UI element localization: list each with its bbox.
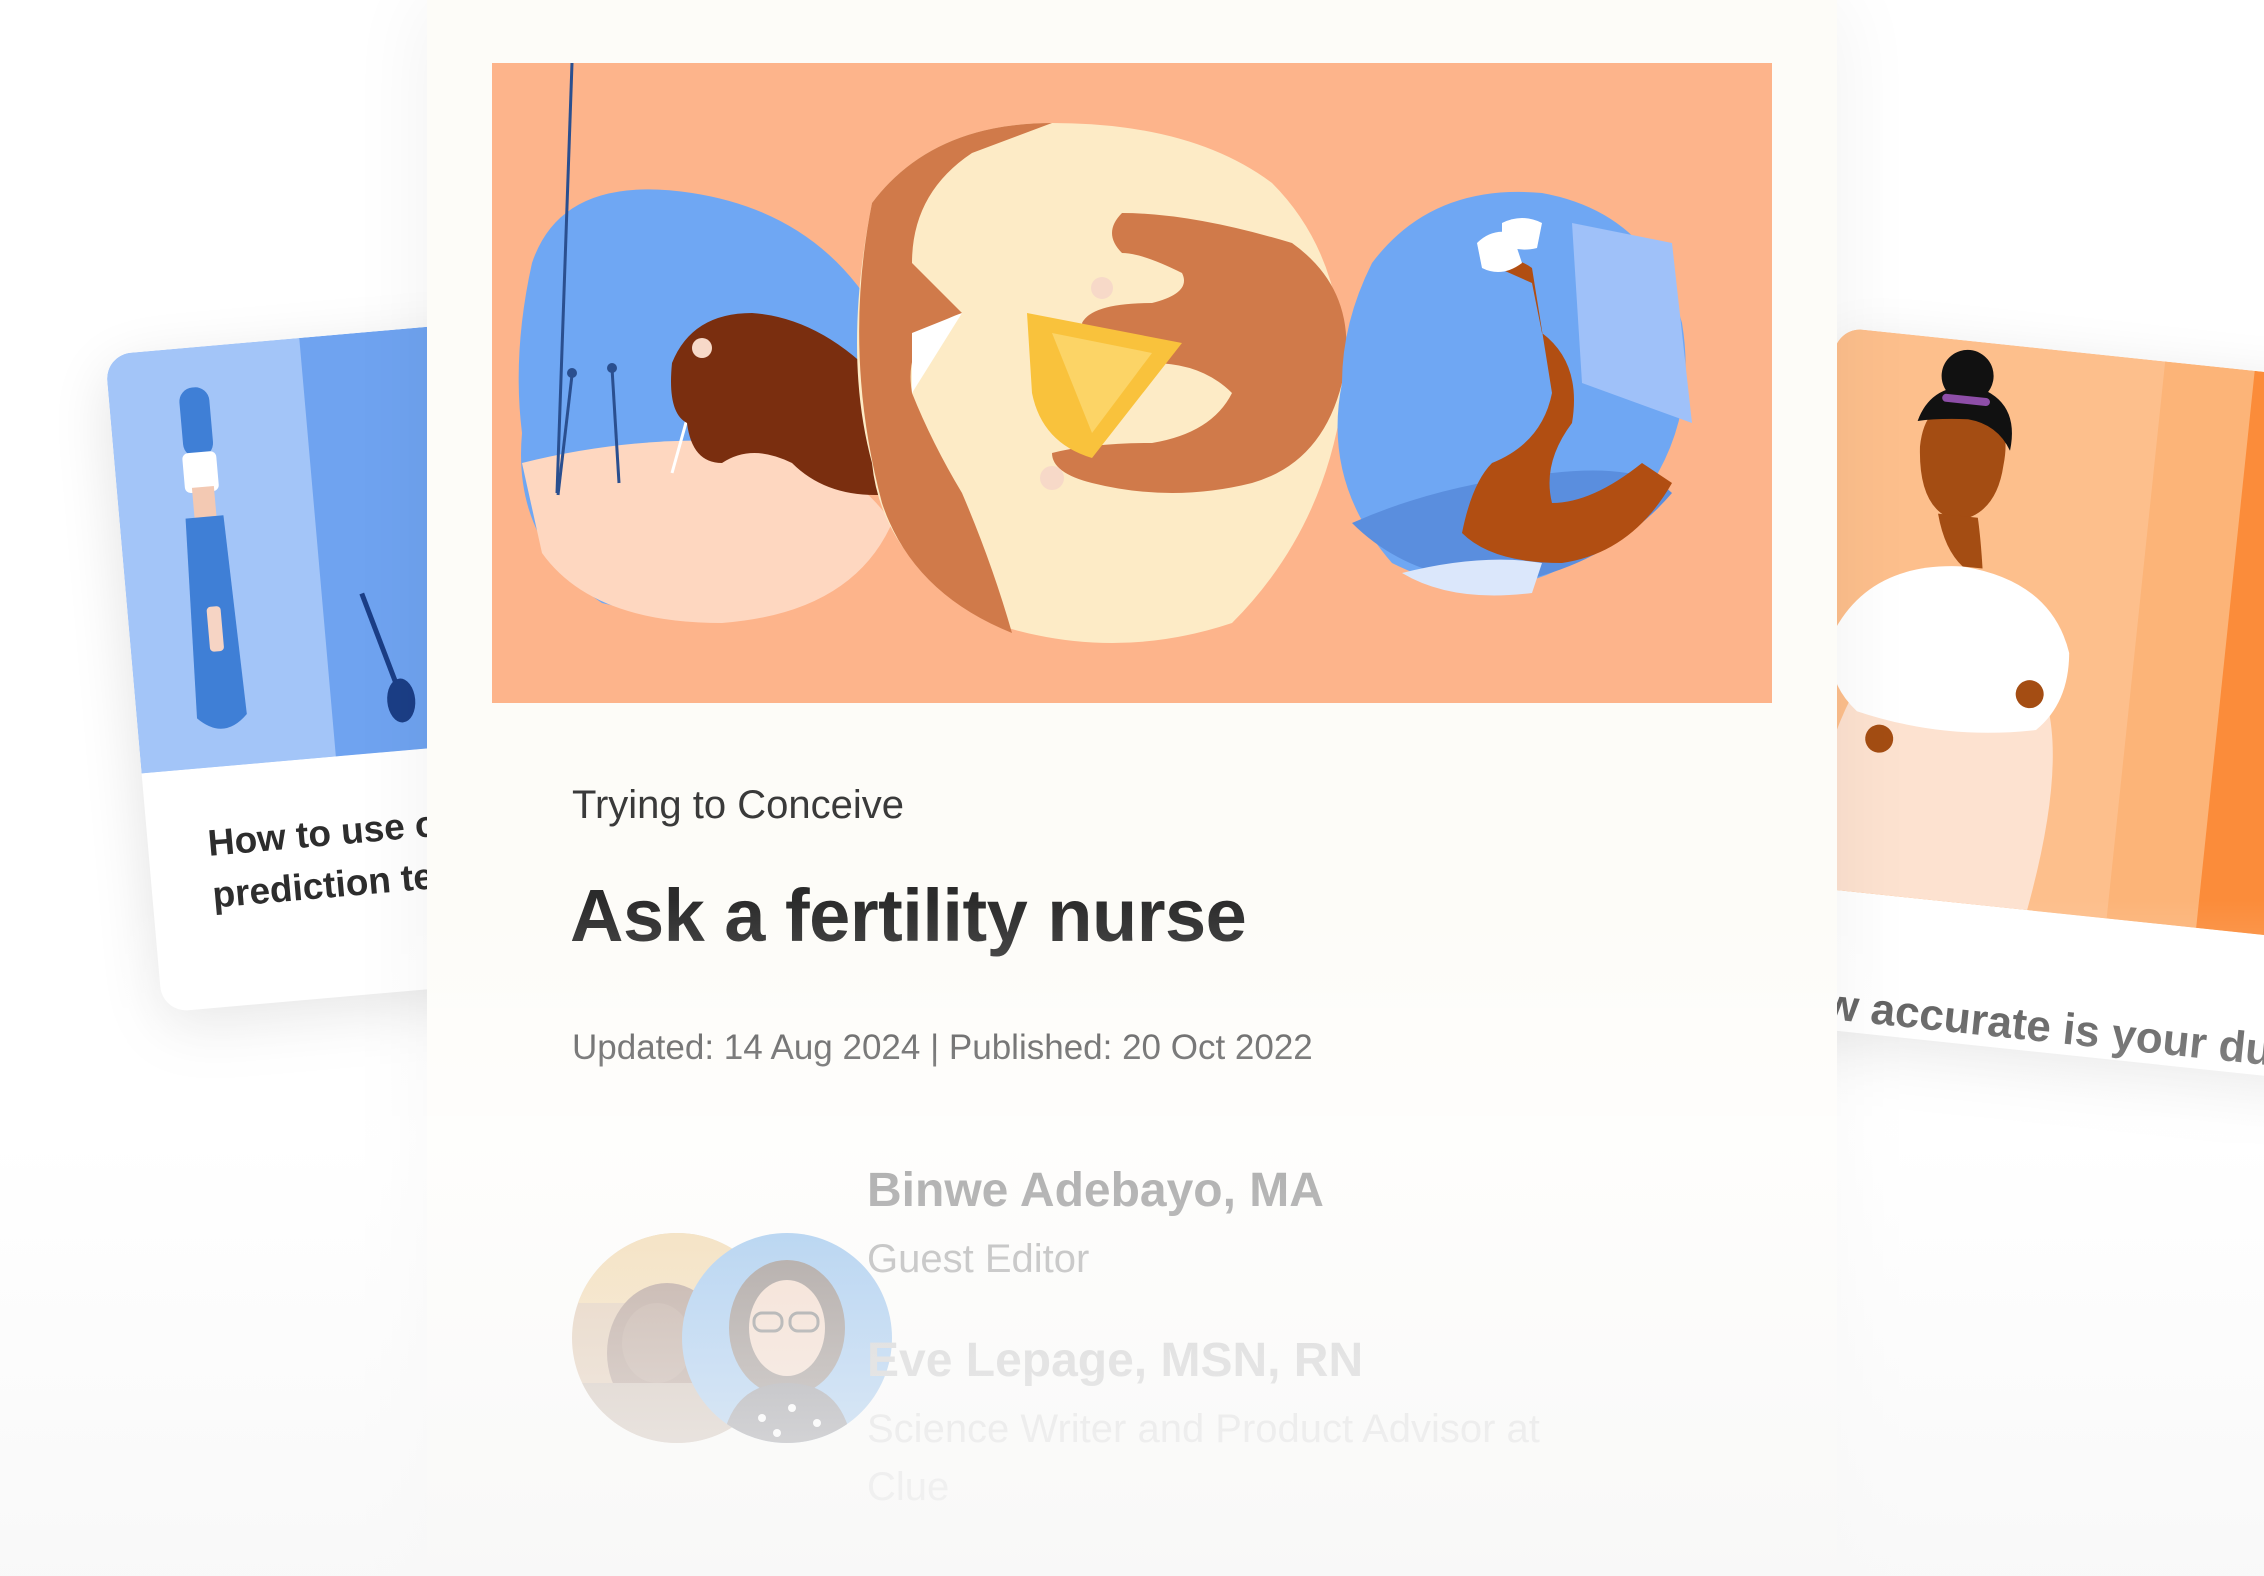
article-carousel: LH How to use ovulation prediction tests	[0, 0, 2264, 1576]
article-category[interactable]: Trying to Conceive	[572, 783, 904, 828]
article-hero-image	[1778, 327, 2264, 951]
fertility-illustration	[492, 63, 1772, 703]
author-name: Binwe Adebayo, MA	[867, 1164, 1324, 1217]
article-card-title: How accurate is your due date calculator…	[1764, 973, 2264, 1090]
article-card-body: Trying to Conceive Ask a fertility nurse…	[492, 703, 1772, 1576]
author-name: Eve Lepage, MSN, RN	[867, 1334, 1364, 1387]
author-avatars	[572, 1233, 892, 1448]
author-entry[interactable]: Binwe Adebayo, MA Guest Editor	[867, 1163, 1324, 1288]
pregnant-woman-illustration	[1778, 327, 2264, 951]
article-dates: Updated: 14 Aug 2024 | Published: 20 Oct…	[572, 1028, 1313, 1067]
author-photo	[682, 1233, 892, 1443]
article-headline[interactable]: Ask a fertility nurse	[570, 873, 1247, 958]
article-card-due-date[interactable]: How accurate is your due date calculator…	[1763, 327, 2264, 1091]
article-card-fertility-nurse[interactable]: Trying to Conceive Ask a fertility nurse…	[427, 0, 1837, 1576]
avatar-eve-lepage	[682, 1233, 892, 1443]
article-hero-image	[492, 63, 1772, 703]
author-entry[interactable]: Eve Lepage, MSN, RN Science Writer and P…	[867, 1333, 1587, 1516]
author-role: Guest Editor	[867, 1237, 1090, 1281]
author-role: Science Writer and Product Advisor at Cl…	[867, 1407, 1540, 1509]
